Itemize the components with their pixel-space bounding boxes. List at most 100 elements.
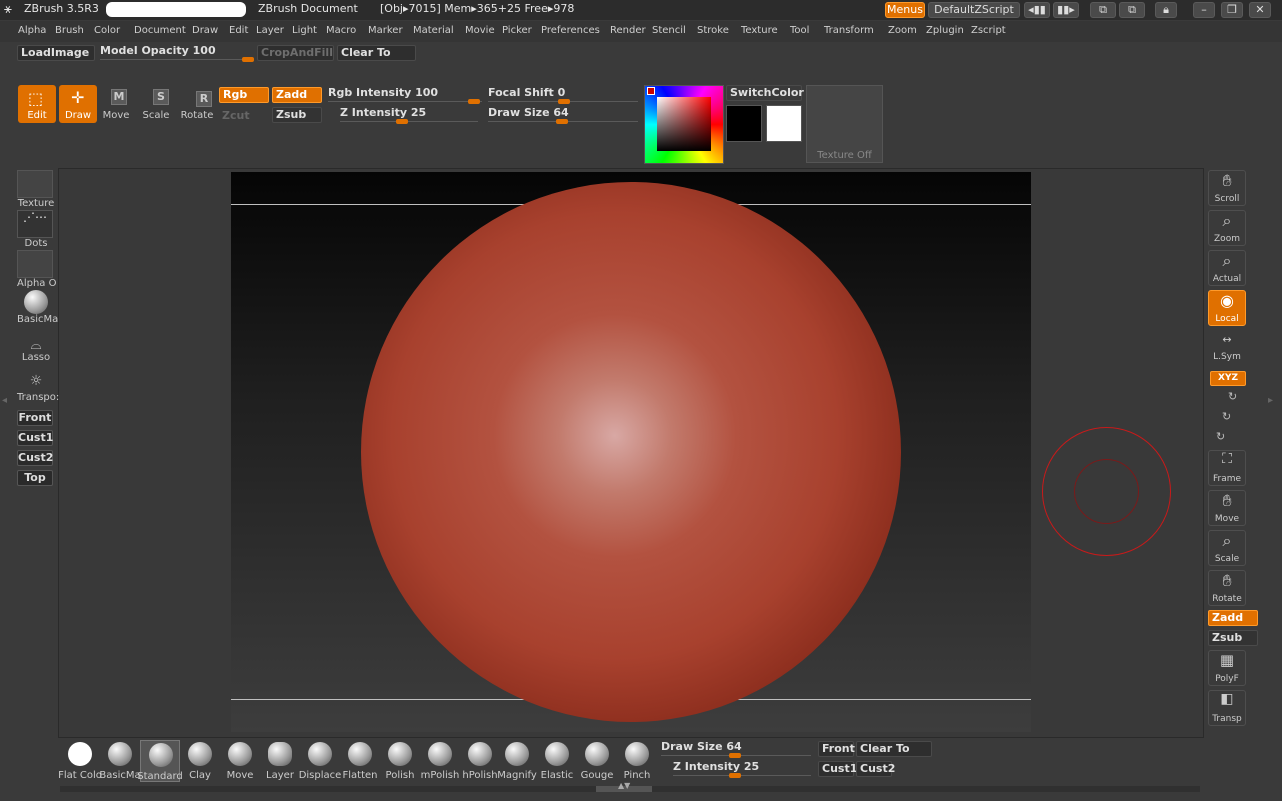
left-tray-arrow-icon[interactable]: ◂: [2, 395, 7, 406]
brush-flatten[interactable]: Flatten: [340, 740, 380, 782]
rotate-x-icon[interactable]: ↻: [1216, 430, 1225, 443]
move-mode-button[interactable]: M Move: [97, 85, 135, 123]
menu-macro[interactable]: Macro: [326, 25, 356, 36]
rotate-view-button[interactable]: ✋︎ Rotate: [1208, 570, 1246, 606]
scale-mode-button[interactable]: S Scale: [137, 85, 175, 123]
menus-button[interactable]: Menus: [885, 2, 925, 18]
zoom-button[interactable]: ⌕ Zoom: [1208, 210, 1246, 246]
rotate-y-icon[interactable]: ↻: [1222, 410, 1231, 423]
polyframe-button[interactable]: ▦ PolyF: [1208, 650, 1246, 686]
crop-and-fill-button[interactable]: CropAndFill: [257, 45, 334, 61]
bottom-clear-to-button[interactable]: Clear To: [856, 741, 932, 757]
edit-mode-button[interactable]: ⬚ Edit: [18, 85, 56, 123]
menu-transform[interactable]: Transform: [824, 25, 874, 36]
brush-flat-color[interactable]: Flat Colo: [58, 740, 102, 782]
alpha-slot[interactable]: Alpha O: [17, 250, 56, 289]
brush-polish[interactable]: Polish: [380, 740, 420, 782]
ui-layout-alt-icon[interactable]: ⧉: [1119, 2, 1145, 18]
right-tray-arrow-icon[interactable]: ▸: [1268, 395, 1273, 406]
menu-material[interactable]: Material: [413, 25, 454, 36]
rotate-z-icon[interactable]: ↻: [1228, 390, 1237, 403]
zsub-toggle[interactable]: Zsub: [272, 107, 322, 123]
cust1-view-button[interactable]: Cust1: [17, 430, 53, 446]
ui-layout-icon[interactable]: ⧉: [1090, 2, 1116, 18]
menu-preferences[interactable]: Preferences: [541, 25, 600, 36]
bottom-cust1-button[interactable]: Cust1: [818, 761, 857, 777]
color-picker-marker[interactable]: [647, 87, 655, 95]
menu-tool[interactable]: Tool: [790, 25, 809, 36]
lock-icon[interactable]: 🔒︎: [1155, 2, 1177, 18]
menu-alpha[interactable]: Alpha: [18, 25, 46, 36]
menu-movie[interactable]: Movie: [465, 25, 495, 36]
texture-slot[interactable]: Texture Off: [806, 85, 883, 163]
rotate-mode-button[interactable]: R Rotate: [178, 85, 216, 123]
menu-picker[interactable]: Picker: [502, 25, 532, 36]
stroke-dots-button[interactable]: ⋰⋯ Dots: [17, 210, 55, 249]
actual-button[interactable]: ⌕ Actual: [1208, 250, 1246, 286]
menu-light[interactable]: Light: [292, 25, 317, 36]
menu-edit[interactable]: Edit: [229, 25, 248, 36]
brush-layer[interactable]: Layer: [260, 740, 300, 782]
brush-elastic[interactable]: Elastic: [537, 740, 577, 782]
brush-basic-material[interactable]: BasicMa: [99, 740, 141, 782]
color-picker-ring[interactable]: [644, 85, 724, 164]
material-slot[interactable]: BasicMa: [17, 290, 58, 328]
load-image-button[interactable]: LoadImage: [17, 45, 95, 61]
zadd-right-toggle[interactable]: Zadd: [1208, 610, 1258, 626]
default-zscript-button[interactable]: DefaultZScript: [928, 2, 1020, 18]
menu-brush[interactable]: Brush: [55, 25, 84, 36]
zadd-toggle[interactable]: Zadd: [272, 87, 322, 103]
brush-magnify[interactable]: Magnify: [497, 740, 537, 782]
front-view-button[interactable]: Front: [17, 410, 53, 426]
menu-stroke[interactable]: Stroke: [697, 25, 729, 36]
canvas[interactable]: [231, 172, 1031, 732]
brush-gouge[interactable]: Gouge: [577, 740, 617, 782]
bottom-draw-size-slider[interactable]: Draw Size 64: [661, 740, 811, 758]
color-picker-square[interactable]: [657, 97, 711, 151]
lsym-button[interactable]: ↔ L.Sym: [1208, 333, 1246, 363]
primary-color-swatch[interactable]: [726, 105, 762, 142]
rgb-intensity-slider[interactable]: Rgb Intensity 100: [328, 86, 482, 104]
local-button[interactable]: ◉ Local: [1208, 290, 1246, 326]
z-intensity-slider[interactable]: Z Intensity 25: [340, 106, 478, 124]
bottom-front-button[interactable]: Front: [818, 741, 855, 757]
menu-stencil[interactable]: Stencil: [652, 25, 686, 36]
rgb-toggle[interactable]: Rgb: [219, 87, 269, 103]
zsub-right-toggle[interactable]: Zsub: [1208, 630, 1258, 646]
menu-zscript[interactable]: Zscript: [971, 25, 1006, 36]
brush-pinch[interactable]: Pinch: [617, 740, 657, 782]
menu-marker[interactable]: Marker: [368, 25, 403, 36]
model-opacity-slider[interactable]: Model Opacity 100: [100, 44, 254, 62]
brush-mpolish[interactable]: mPolish: [420, 740, 460, 782]
close-icon[interactable]: ✕: [1249, 2, 1271, 18]
brush-displace[interactable]: Displace: [299, 740, 341, 782]
scale-view-button[interactable]: ⌕ Scale: [1208, 530, 1246, 566]
xyz-symmetry-button[interactable]: XYZ: [1210, 371, 1246, 386]
top-view-button[interactable]: Top: [17, 470, 53, 486]
bottom-z-intensity-slider[interactable]: Z Intensity 25: [673, 760, 811, 778]
layout-prev-icon[interactable]: ◂▮▮: [1024, 2, 1050, 18]
sphere-mesh[interactable]: [361, 182, 901, 722]
transpose-button[interactable]: ☼ Transpo:: [17, 370, 59, 406]
brush-move[interactable]: Move: [220, 740, 260, 782]
zcut-toggle[interactable]: Zcut: [222, 109, 250, 122]
frame-button[interactable]: ⛶ Frame: [1208, 450, 1246, 486]
maximize-icon[interactable]: ❐: [1221, 2, 1243, 18]
switch-color-button[interactable]: SwitchColor: [726, 85, 804, 101]
draw-mode-button[interactable]: ✛ Draw: [59, 85, 97, 123]
brush-clay[interactable]: Clay: [180, 740, 220, 782]
bottom-scrollbar[interactable]: ▲▼: [60, 781, 1200, 792]
texture-slot-left[interactable]: Texture: [17, 170, 55, 209]
bottom-cust2-button[interactable]: Cust2: [856, 761, 895, 777]
lasso-button[interactable]: ⌓ Lasso: [17, 338, 55, 366]
draw-size-slider[interactable]: Draw Size 64: [488, 106, 638, 124]
menu-document[interactable]: Document: [134, 25, 186, 36]
minimize-icon[interactable]: –: [1193, 2, 1215, 18]
cust2-view-button[interactable]: Cust2: [17, 450, 53, 466]
menu-draw[interactable]: Draw: [192, 25, 218, 36]
layout-next-icon[interactable]: ▮▮▸: [1053, 2, 1079, 18]
menu-layer[interactable]: Layer: [256, 25, 284, 36]
brush-standard[interactable]: Standard: [137, 740, 183, 782]
transparency-button[interactable]: ◧ Transp: [1208, 690, 1246, 726]
scroll-button[interactable]: ✋︎ Scroll: [1208, 170, 1246, 206]
